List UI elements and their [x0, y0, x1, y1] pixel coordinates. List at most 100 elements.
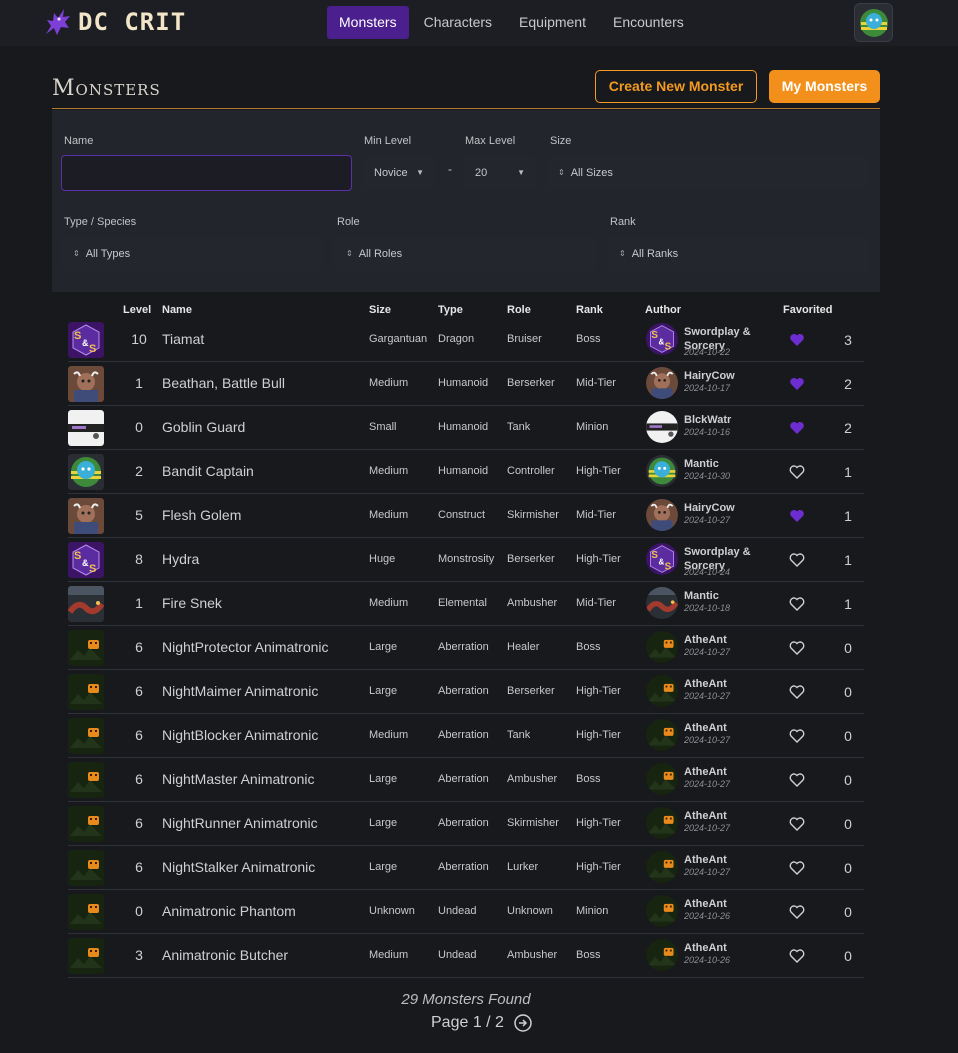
row-monster-name[interactable]: Animatronic Phantom: [162, 903, 296, 919]
row-favorite-count: 0: [844, 816, 852, 832]
heart-outline-icon[interactable]: [789, 552, 805, 568]
author-avatar[interactable]: [646, 499, 678, 531]
heart-outline-icon[interactable]: [789, 860, 805, 876]
col-name[interactable]: Name: [162, 304, 192, 316]
row-monster-name[interactable]: Hydra: [162, 551, 199, 567]
row-author[interactable]: AtheAnt: [684, 721, 764, 735]
row-type: Elemental: [438, 597, 487, 609]
table-row[interactable]: S & S 8 Hydra Huge Monstrosity Berserker…: [68, 538, 864, 582]
next-page-icon[interactable]: [514, 1014, 532, 1032]
table-row[interactable]: 0 Animatronic Phantom Unknown Undead Unk…: [68, 890, 864, 934]
row-author[interactable]: BlckWatr: [684, 413, 764, 427]
heart-filled-icon[interactable]: [789, 508, 805, 524]
author-avatar[interactable]: [646, 895, 678, 927]
row-monster-name[interactable]: NightRunner Animatronic: [162, 815, 318, 831]
nav-characters[interactable]: Characters: [412, 6, 504, 39]
table-row[interactable]: S & S 10 Tiamat Gargantuan Dragon Bruise…: [68, 318, 864, 362]
heart-outline-icon[interactable]: [789, 772, 805, 788]
col-size[interactable]: Size: [369, 304, 391, 316]
nav-monsters[interactable]: Monsters: [327, 6, 409, 39]
heart-outline-icon[interactable]: [789, 464, 805, 480]
table-row[interactable]: 2 Bandit Captain Medium Humanoid Control…: [68, 450, 864, 494]
author-avatar[interactable]: [646, 675, 678, 707]
create-monster-button[interactable]: Create New Monster: [595, 70, 757, 103]
heart-filled-icon[interactable]: [789, 420, 805, 436]
heart-filled-icon[interactable]: [789, 376, 805, 392]
author-avatar[interactable]: S & S: [646, 323, 678, 355]
row-author[interactable]: AtheAnt: [684, 633, 764, 647]
row-author[interactable]: HairyCow: [684, 369, 764, 383]
author-avatar[interactable]: [646, 587, 678, 619]
my-monsters-button[interactable]: My Monsters: [769, 70, 880, 103]
table-row[interactable]: 3 Animatronic Butcher Medium Undead Ambu…: [68, 934, 864, 978]
row-author[interactable]: HairyCow: [684, 501, 764, 515]
rank-select[interactable]: ⇕ All Ranks: [607, 237, 869, 271]
row-author[interactable]: AtheAnt: [684, 677, 764, 691]
row-author[interactable]: AtheAnt: [684, 765, 764, 779]
row-monster-name[interactable]: Tiamat: [162, 331, 204, 347]
author-avatar[interactable]: [646, 411, 678, 443]
row-author[interactable]: AtheAnt: [684, 897, 764, 911]
heart-filled-icon[interactable]: [789, 332, 805, 348]
heart-outline-icon[interactable]: [789, 640, 805, 656]
heart-outline-icon[interactable]: [789, 816, 805, 832]
row-monster-name[interactable]: NightProtector Animatronic: [162, 639, 329, 655]
table-row[interactable]: 5 Flesh Golem Medium Construct Skirmishe…: [68, 494, 864, 538]
row-monster-name[interactable]: Animatronic Butcher: [162, 947, 288, 963]
row-monster-name[interactable]: Flesh Golem: [162, 507, 241, 523]
col-favorited[interactable]: Favorited: [783, 304, 833, 316]
row-monster-name[interactable]: NightStalker Animatronic: [162, 859, 315, 875]
row-author[interactable]: AtheAnt: [684, 941, 764, 955]
author-avatar[interactable]: [646, 631, 678, 663]
brand[interactable]: DC CRIT: [42, 6, 186, 38]
table-row[interactable]: 1 Fire Snek Medium Elemental Ambusher Mi…: [68, 582, 864, 626]
user-avatar[interactable]: [854, 3, 893, 42]
heart-outline-icon[interactable]: [789, 904, 805, 920]
col-author[interactable]: Author: [645, 304, 681, 316]
author-avatar[interactable]: [646, 367, 678, 399]
table-row[interactable]: 6 NightBlocker Animatronic Medium Aberra…: [68, 714, 864, 758]
min-level-select[interactable]: Novice ▼: [362, 156, 434, 190]
table-row[interactable]: 6 NightProtector Animatronic Large Aberr…: [68, 626, 864, 670]
row-monster-name[interactable]: NightBlocker Animatronic: [162, 727, 318, 743]
row-author[interactable]: AtheAnt: [684, 853, 764, 867]
row-monster-name[interactable]: Goblin Guard: [162, 419, 245, 435]
author-avatar[interactable]: S & S: [646, 543, 678, 575]
role-select[interactable]: ⇕ All Roles: [334, 237, 596, 271]
heart-outline-icon[interactable]: [789, 948, 805, 964]
heart-outline-icon[interactable]: [789, 728, 805, 744]
nav-equipment[interactable]: Equipment: [507, 6, 598, 39]
type-select[interactable]: ⇕ All Types: [61, 237, 323, 271]
author-avatar[interactable]: [646, 939, 678, 971]
author-avatar[interactable]: [646, 851, 678, 883]
col-role[interactable]: Role: [507, 304, 531, 316]
max-level-select[interactable]: 20 ▼: [463, 156, 535, 190]
row-monster-name[interactable]: Fire Snek: [162, 595, 222, 611]
size-select[interactable]: ⇕ All Sizes: [546, 156, 868, 190]
heart-outline-icon[interactable]: [789, 596, 805, 612]
table-row[interactable]: 1 Beathan, Battle Bull Medium Humanoid B…: [68, 362, 864, 406]
row-author[interactable]: AtheAnt: [684, 809, 764, 823]
col-rank[interactable]: Rank: [576, 304, 603, 316]
table-row[interactable]: 6 NightRunner Animatronic Large Aberrati…: [68, 802, 864, 846]
table-row[interactable]: 6 NightMaster Animatronic Large Aberrati…: [68, 758, 864, 802]
row-monster-name[interactable]: Beathan, Battle Bull: [162, 375, 285, 391]
table-row[interactable]: 6 NightMaimer Animatronic Large Aberrati…: [68, 670, 864, 714]
row-author[interactable]: Mantic: [684, 589, 764, 603]
table-row[interactable]: 0 Goblin Guard Small Humanoid Tank Minio…: [68, 406, 864, 450]
col-level[interactable]: Level: [123, 304, 151, 316]
table-row[interactable]: 6 NightStalker Animatronic Large Aberrat…: [68, 846, 864, 890]
author-avatar[interactable]: [646, 455, 678, 487]
row-monster-name[interactable]: NightMaster Animatronic: [162, 771, 315, 787]
author-avatar[interactable]: [646, 763, 678, 795]
name-search-input[interactable]: [61, 155, 352, 191]
row-size: Large: [369, 641, 398, 653]
row-monster-name[interactable]: NightMaimer Animatronic: [162, 683, 318, 699]
col-type[interactable]: Type: [438, 304, 463, 316]
author-avatar[interactable]: [646, 719, 678, 751]
author-avatar[interactable]: [646, 807, 678, 839]
nav-encounters[interactable]: Encounters: [601, 6, 696, 39]
row-author[interactable]: Mantic: [684, 457, 764, 471]
heart-outline-icon[interactable]: [789, 684, 805, 700]
row-monster-name[interactable]: Bandit Captain: [162, 463, 254, 479]
